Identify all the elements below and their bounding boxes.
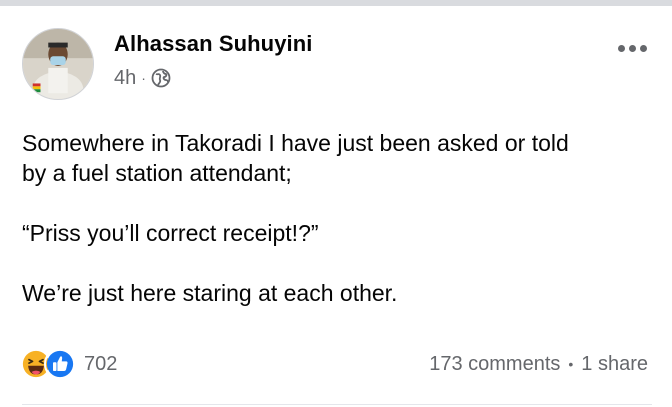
post-footer: 702 173 comments • 1 share (20, 346, 652, 382)
post-time[interactable]: 4h (114, 67, 136, 90)
post-text-line: Somewhere in Takoradi I have just been a… (22, 130, 569, 156)
like-reaction-icon (44, 348, 76, 380)
post-text-line: “Priss you’ll correct receipt!?” (22, 220, 319, 246)
post-meta: 4h · (114, 66, 171, 90)
comments-count-link[interactable]: 173 comments (429, 353, 560, 376)
footer-divider (22, 404, 652, 405)
shares-count-link[interactable]: 1 share (581, 353, 648, 376)
author-name[interactable]: Alhassan Suhuyini (114, 31, 313, 57)
facebook-post: Alhassan Suhuyini 4h · Somewhere in Tako… (0, 6, 672, 407)
post-stats: 173 comments • 1 share (429, 346, 648, 382)
avatar[interactable] (22, 28, 94, 100)
more-dot-icon (617, 44, 625, 52)
more-dot-icon (628, 44, 636, 52)
post-text-line: by a fuel station attendant; (22, 160, 292, 186)
reaction-count: 702 (84, 352, 118, 375)
more-options-button[interactable] (612, 38, 652, 58)
meta-separator: · (141, 70, 146, 86)
stats-separator: • (568, 356, 574, 372)
post-body: Somewhere in Takoradi I have just been a… (22, 128, 650, 308)
reactions-summary[interactable]: 702 (20, 346, 117, 382)
post-text-line: We’re just here staring at each other. (22, 280, 398, 306)
post-header: Alhassan Suhuyini 4h · (20, 26, 652, 106)
profile-photo (23, 29, 93, 99)
more-dot-icon (639, 44, 647, 52)
globe-icon[interactable] (151, 68, 171, 88)
